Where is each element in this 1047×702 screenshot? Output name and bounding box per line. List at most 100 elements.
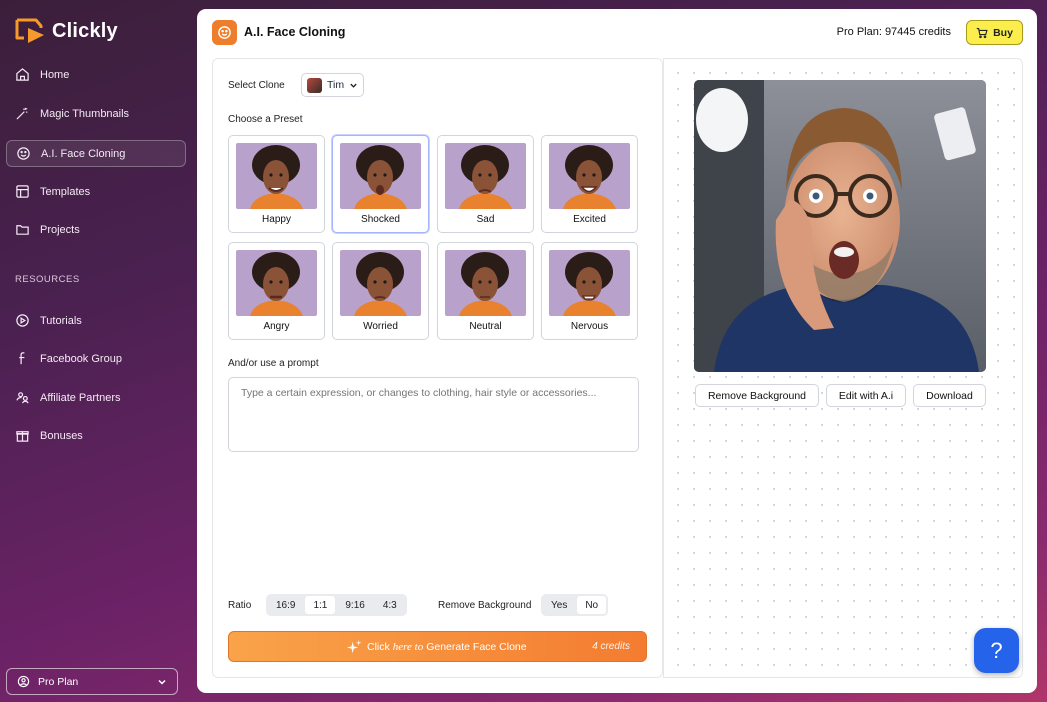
plan-label: Pro Plan (38, 675, 79, 688)
smile-icon (218, 26, 231, 39)
nav-label: Home (40, 68, 70, 81)
generate-cost: 4 credits (592, 641, 630, 652)
preset-thumbnail (340, 250, 421, 316)
download-button[interactable]: Download (913, 384, 986, 407)
edit-with-ai-button[interactable]: Edit with A.i (826, 384, 906, 407)
home-icon (16, 68, 29, 81)
preset-worried[interactable]: Worried (332, 242, 429, 340)
generator-panel: Select Clone Tim Choose a Preset Happy Sh… (212, 58, 663, 678)
plan-dropdown[interactable]: Pro Plan (6, 668, 178, 695)
nav-facebook-group[interactable]: Facebook Group (6, 345, 186, 372)
nav-projects[interactable]: Projects (6, 216, 186, 243)
preset-thumbnail (549, 250, 630, 316)
play-circle-icon (16, 314, 29, 327)
nav-label: Facebook Group (40, 352, 122, 365)
remove-bg-no[interactable]: No (577, 596, 607, 614)
buy-button[interactable]: Buy (966, 20, 1023, 45)
preset-label: Happy (262, 214, 291, 225)
ratio-option-1-1[interactable]: 1:1 (305, 596, 336, 614)
nav-label: Bonuses (40, 429, 83, 442)
resources-heading: RESOURCES (15, 274, 80, 285)
chevron-down-icon (350, 83, 357, 88)
ratio-option-4-3[interactable]: 4:3 (375, 596, 405, 614)
nav-magic-thumbnails[interactable]: Magic Thumbnails (6, 100, 186, 127)
nav-face-cloning[interactable]: A.I. Face Cloning (6, 140, 186, 167)
nav-bonuses[interactable]: Bonuses (6, 422, 186, 449)
gift-icon (16, 431, 29, 442)
users-icon (16, 392, 29, 404)
preset-label: Neutral (469, 321, 502, 332)
remove-bg-yes[interactable]: Yes (543, 596, 575, 614)
folder-icon (16, 225, 29, 235)
help-button[interactable]: ? (974, 628, 1019, 673)
cart-icon (976, 27, 988, 38)
generate-label: Generate Face Clone (426, 640, 527, 653)
brand-logo[interactable]: Clickly (14, 16, 118, 46)
preset-thumbnail (445, 250, 526, 316)
chevron-down-icon (158, 679, 166, 685)
preset-happy[interactable]: Happy (228, 135, 325, 233)
preset-sad[interactable]: Sad (437, 135, 534, 233)
nav-affiliate-partners[interactable]: Affiliate Partners (6, 384, 186, 411)
generate-button[interactable]: Click here to Generate Face Clone 4 cred… (228, 631, 647, 662)
clone-avatar (307, 77, 322, 93)
preset-angry[interactable]: Angry (228, 242, 325, 340)
preset-thumbnail (236, 250, 317, 316)
nav-label: Affiliate Partners (40, 391, 121, 404)
generate-emphasis: here to (392, 640, 424, 653)
preset-label: Nervous (570, 321, 609, 332)
preset-label: Worried (363, 321, 398, 332)
prompt-input[interactable] (228, 377, 639, 452)
preset-nervous[interactable]: Nervous (541, 242, 638, 340)
preset-label: Shocked (361, 214, 400, 225)
ratio-option-16-9[interactable]: 16:9 (268, 596, 303, 614)
facebook-icon (19, 352, 25, 365)
result-image-art (694, 80, 986, 372)
preset-shocked[interactable]: Shocked (332, 135, 429, 233)
credits-display: Pro Plan: 97445 credits (836, 26, 951, 38)
remove-background-button[interactable]: Remove Background (695, 384, 819, 407)
nav-label: A.I. Face Cloning (41, 147, 126, 160)
brand-name: Clickly (52, 19, 118, 42)
prompt-label: And/or use a prompt (228, 358, 319, 369)
nav-label: Magic Thumbnails (40, 107, 130, 120)
clone-dropdown[interactable]: Tim (301, 73, 364, 97)
preset-thumbnail (340, 143, 421, 209)
user-circle-icon (17, 675, 30, 688)
page-title: A.I. Face Cloning (244, 25, 346, 39)
magic-wand-icon (16, 107, 28, 120)
nav-templates[interactable]: Templates (6, 178, 186, 205)
remove-bg-toggle: Yes No (541, 594, 609, 616)
face-cloning-app-icon (212, 20, 237, 45)
preset-excited[interactable]: Excited (541, 135, 638, 233)
preset-thumbnail (445, 143, 526, 209)
result-image[interactable] (694, 80, 986, 372)
ratio-toggle: 16:9 1:1 9:16 4:3 (266, 594, 407, 616)
preset-thumbnail (549, 143, 630, 209)
preset-thumbnail (236, 143, 317, 209)
layout-icon (16, 185, 29, 198)
nav-label: Templates (40, 185, 91, 198)
preset-label: Excited (573, 214, 606, 225)
header: A.I. Face Cloning Pro Plan: 97445 credit… (197, 9, 1037, 55)
generate-pre: Click (367, 640, 390, 653)
ratio-label: Ratio (228, 600, 252, 611)
main-card: A.I. Face Cloning Pro Plan: 97445 credit… (197, 9, 1037, 693)
sidebar: Clickly Home Magic Thumbnails A.I. Face … (0, 0, 197, 702)
remove-bg-label: Remove Background (438, 600, 532, 611)
logo-icon (15, 18, 44, 43)
clone-value: Tim (327, 79, 345, 91)
nav-label: Projects (40, 223, 80, 236)
preset-label: Sad (476, 214, 495, 225)
ratio-option-9-16[interactable]: 9:16 (337, 596, 372, 614)
help-icon: ? (990, 637, 1003, 663)
result-panel: Remove Background Edit with A.i Download (663, 58, 1023, 678)
nav-home[interactable]: Home (6, 61, 186, 88)
sparkles-icon (347, 639, 362, 654)
smile-icon (17, 147, 30, 160)
preset-neutral[interactable]: Neutral (437, 242, 534, 340)
preset-heading: Choose a Preset (228, 114, 303, 125)
preset-label: Angry (263, 321, 290, 332)
select-clone-label: Select Clone (228, 80, 285, 91)
nav-tutorials[interactable]: Tutorials (6, 307, 186, 334)
